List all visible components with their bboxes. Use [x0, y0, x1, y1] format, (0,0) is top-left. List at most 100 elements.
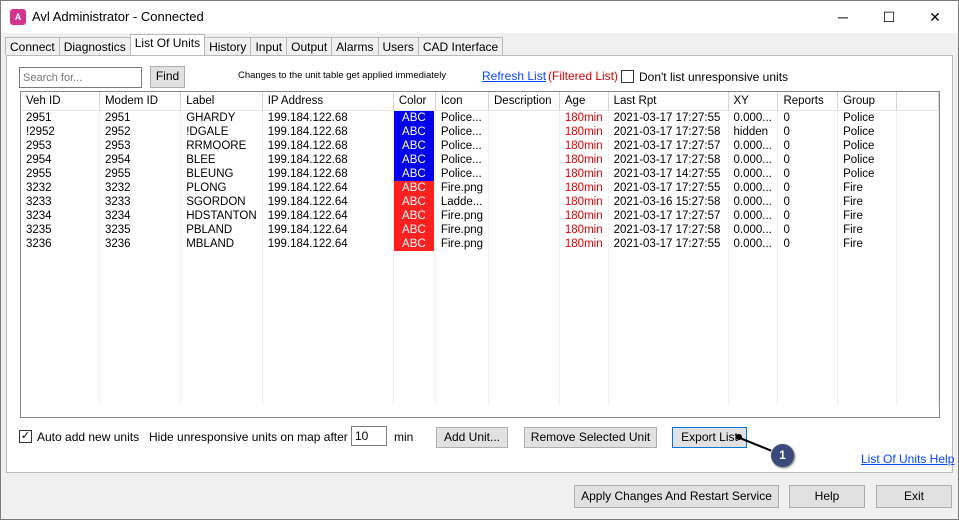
table-cell-empty — [728, 306, 779, 321]
table-cell-empty — [435, 362, 490, 377]
table-cell: 2021-03-17 17:27:55 — [608, 236, 729, 251]
table-cell-empty — [262, 362, 394, 377]
table-row[interactable]: 3234 3234 HDSTANTON 199.184.122.64 ABC Fire.p… — [21, 208, 939, 223]
maximize-button[interactable]: ☐ — [866, 1, 912, 33]
column-header[interactable]: XY — [728, 92, 779, 111]
list-of-units-help-link[interactable]: List Of Units Help — [861, 452, 954, 466]
table-cell-empty — [559, 292, 609, 307]
tab-users[interactable]: Users — [377, 37, 419, 55]
color-swatch: ABC — [393, 236, 434, 251]
color-swatch: ABC — [393, 166, 434, 181]
tab-diagnostics[interactable]: Diagnostics — [58, 37, 131, 55]
column-header[interactable]: Icon — [435, 92, 490, 111]
table-cell-filler — [896, 110, 939, 125]
tab-list-of-units[interactable]: List Of Units — [129, 34, 206, 55]
column-header[interactable]: IP Address — [262, 92, 394, 111]
add-unit-button[interactable]: Add Unit... — [436, 427, 508, 448]
table-cell: 2952 — [99, 124, 182, 139]
table-cell-empty — [777, 376, 839, 391]
table-cell: Fire — [837, 208, 898, 223]
column-header[interactable]: Age — [559, 92, 609, 111]
column-header[interactable]: Modem ID — [99, 92, 182, 111]
table-cell — [488, 194, 560, 209]
hide-minutes-input[interactable] — [351, 426, 387, 446]
units-table: Veh ID Modem ID Label IP Address Color Icon De… — [20, 91, 940, 418]
tab-output[interactable]: Output — [286, 37, 333, 55]
table-cell-empty — [559, 348, 609, 363]
table-cell-empty — [393, 250, 436, 265]
auto-add-checkbox[interactable]: ✓ — [19, 430, 32, 443]
table-row[interactable]: 2953 2953 RRMOORE 199.184.122.68 ABC Police..… — [21, 138, 939, 153]
table-cell: 0 — [777, 152, 839, 167]
search-input[interactable] — [19, 67, 142, 88]
table-cell: Fire — [837, 180, 898, 195]
table-cell: !2952 — [21, 124, 100, 139]
table-cell-empty — [896, 362, 939, 377]
table-cell: 199.184.122.68 — [262, 152, 394, 167]
column-header[interactable]: Description — [488, 92, 560, 111]
table-cell-empty — [559, 376, 609, 391]
table-cell-empty — [488, 306, 560, 321]
table-cell: 0 — [777, 166, 839, 181]
table-cell-empty — [180, 292, 263, 307]
table-row[interactable]: 2955 2955 BLEUNG 199.184.122.68 ABC Police...… — [21, 166, 939, 181]
tab-cad-interface[interactable]: CAD Interface — [417, 37, 504, 55]
column-header[interactable]: Reports — [777, 92, 839, 111]
table-cell: 2951 — [21, 110, 100, 125]
table-cell: 2021-03-17 14:27:55 — [608, 166, 729, 181]
close-button[interactable]: ✕ — [912, 1, 958, 33]
table-cell-filler — [896, 222, 939, 237]
table-cell: Police... — [435, 152, 490, 167]
table-cell: ABC — [393, 208, 436, 223]
exit-button[interactable]: Exit — [876, 485, 952, 508]
table-cell-empty — [896, 264, 939, 279]
table-cell: BLEUNG — [180, 166, 263, 181]
table-row[interactable]: 3236 3236 MBLAND 199.184.122.64 ABC Fire.png 1… — [21, 236, 939, 251]
column-header[interactable]: Color — [393, 92, 436, 111]
minimize-button[interactable]: ─ — [820, 1, 866, 33]
table-row[interactable]: 3233 3233 SGORDON 199.184.122.64 ABC Ladde...… — [21, 194, 939, 209]
table-row[interactable]: !2952 2952 !DGALE 199.184.122.68 ABC Police..… — [21, 124, 939, 139]
table-cell-empty — [21, 264, 100, 279]
help-button[interactable]: Help — [789, 485, 865, 508]
table-cell: 2951 — [99, 110, 182, 125]
table-cell-empty — [728, 264, 779, 279]
tab-alarms[interactable]: Alarms — [331, 37, 379, 55]
table-cell: 199.184.122.68 — [262, 110, 394, 125]
table-cell: Police... — [435, 138, 490, 153]
table-cell: 0.000... — [728, 222, 779, 237]
table-cell-empty — [435, 390, 490, 405]
app-window: A Avl Administrator - Connected ─ ☐ ✕ Co… — [0, 0, 959, 520]
table-cell-empty — [393, 362, 436, 377]
table-cell-empty — [488, 250, 560, 265]
column-header[interactable]: Last Rpt — [608, 92, 729, 111]
table-cell-empty — [777, 306, 839, 321]
remove-selected-unit-button[interactable]: Remove Selected Unit — [524, 427, 657, 448]
apply-restart-button[interactable]: Apply Changes And Restart Service — [574, 485, 779, 508]
table-cell-empty — [99, 320, 182, 335]
table-cell: 2021-03-16 15:27:58 — [608, 194, 729, 209]
table-cell: 199.184.122.68 — [262, 124, 394, 139]
tab-connect[interactable]: Connect — [5, 37, 60, 55]
tab-input[interactable]: Input — [250, 37, 288, 55]
table-cell-empty — [21, 362, 100, 377]
find-button[interactable]: Find — [150, 66, 185, 88]
table-cell-empty — [559, 334, 609, 349]
column-header[interactable]: Veh ID — [21, 92, 100, 111]
table-cell-empty — [262, 390, 394, 405]
refresh-list-link[interactable]: Refresh List — [482, 69, 546, 83]
table-row[interactable]: 2954 2954 BLEE 199.184.122.68 ABC Police... 18… — [21, 152, 939, 167]
table-cell: Fire.png — [435, 180, 490, 195]
tab-history[interactable]: History — [204, 37, 252, 55]
table-empty-row — [21, 362, 939, 377]
table-row[interactable]: 3232 3232 PLONG 199.184.122.64 ABC Fire.png 18… — [21, 180, 939, 195]
table-cell: ABC — [393, 222, 436, 237]
unresponsive-checkbox[interactable] — [621, 70, 634, 83]
column-header[interactable]: Label — [180, 92, 263, 111]
table-row[interactable]: 3235 3235 PBLAND 199.184.122.64 ABC Fire.png 1… — [21, 222, 939, 237]
table-row[interactable]: 2951 2951 GHARDY 199.184.122.68 ABC Police...… — [21, 110, 939, 125]
table-cell-empty — [262, 376, 394, 391]
table-cell-empty — [488, 292, 560, 307]
color-swatch: ABC — [393, 222, 434, 237]
column-header[interactable]: Group — [837, 92, 898, 111]
